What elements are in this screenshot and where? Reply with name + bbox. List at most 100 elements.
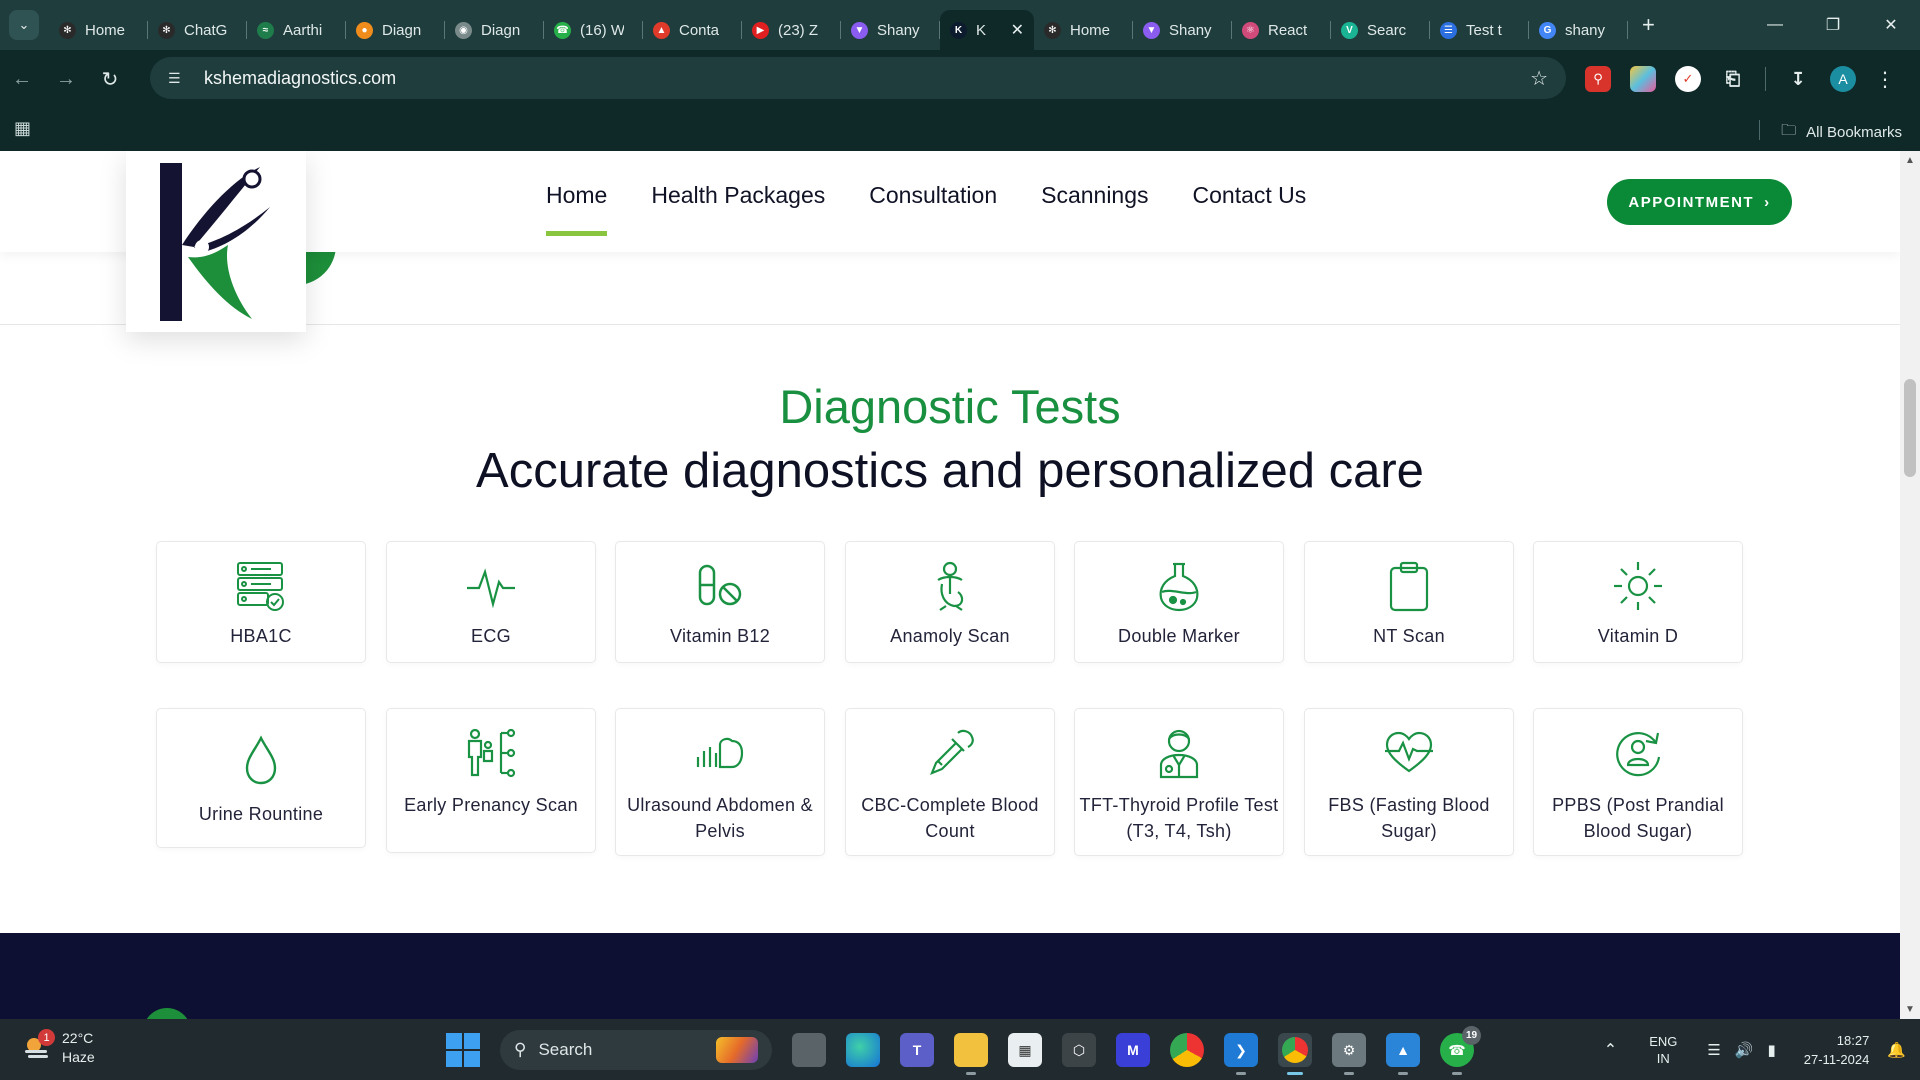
settings-gear-icon[interactable]: ⚙ (1332, 1033, 1366, 1075)
openai-icon: ✻ (158, 21, 175, 39)
browser-tab[interactable]: ▶ (23) Z (742, 10, 841, 50)
browser-tab[interactable]: K K ✕ (940, 10, 1034, 50)
test-card[interactable]: Vitamin B12 (615, 541, 825, 663)
tab-search-button[interactable]: ⌄ (9, 10, 39, 40)
nav-link-contact-us[interactable]: Contact Us (1193, 151, 1307, 252)
task-view-icon[interactable] (792, 1033, 826, 1067)
github-desktop-icon[interactable]: ⬡ (1062, 1033, 1096, 1067)
browser-tab[interactable]: ☎ (16) W (544, 10, 643, 50)
notification-bell-icon[interactable]: 🔔 (1887, 1041, 1906, 1059)
photos-icon[interactable]: ▲ (1386, 1033, 1420, 1075)
weather-widget[interactable]: 1 22°C Haze (22, 1029, 95, 1067)
tab-close-icon[interactable]: ✕ (1011, 20, 1024, 40)
vite-icon: ▼ (851, 21, 868, 39)
address-bar[interactable]: ☰ kshemadiagnostics.com ☆ (150, 57, 1566, 99)
nav-link-scannings[interactable]: Scannings (1041, 151, 1148, 252)
test-card[interactable]: Double Marker (1074, 541, 1284, 663)
browser-tab[interactable]: ◉ Diagn (445, 10, 544, 50)
tray-status-icons[interactable]: ☰ 🔊 ▮ (1707, 1041, 1775, 1059)
test-card[interactable]: PPBS (Post Prandial Blood Sugar) (1533, 708, 1743, 856)
ultrasound-icon (693, 726, 747, 780)
vscode-icon[interactable]: ❯ (1224, 1033, 1258, 1075)
test-card[interactable]: Urine Rountine (156, 708, 366, 848)
toolbar-divider (1765, 67, 1766, 91)
nav-link-home[interactable]: Home (546, 151, 608, 252)
test-card-label: Anamoly Scan (890, 626, 1010, 646)
browser-tab[interactable]: ▼ Shany (841, 10, 940, 50)
tab-title: Home (1070, 21, 1111, 39)
new-tab-button[interactable]: + (1642, 12, 1655, 38)
test-card[interactable]: TFT-Thyroid Profile Test (T3, T4, Tsh) (1074, 708, 1284, 856)
profile-avatar[interactable]: A (1830, 66, 1856, 92)
tray-overflow-icon[interactable]: ⌃ (1604, 1040, 1617, 1060)
test-card[interactable]: FBS (Fasting Blood Sugar) (1304, 708, 1514, 856)
all-bookmarks-button[interactable]: 🗀 All Bookmarks (1781, 120, 1902, 145)
browser-tab[interactable]: ● Diagn (346, 10, 445, 50)
appointment-button[interactable]: APPOINTMENT › (1607, 179, 1792, 225)
test-card[interactable]: ECG (386, 541, 596, 663)
site-info-icon[interactable]: ☰ (168, 70, 190, 87)
whatsapp-icon[interactable]: ☎ 19 (1440, 1026, 1481, 1075)
reload-icon[interactable]: ↻ (88, 67, 132, 92)
windows-start-icon[interactable] (446, 1033, 480, 1067)
mail-icon[interactable]: M (1116, 1033, 1150, 1067)
browser-tab[interactable]: ⚛ React (1232, 10, 1331, 50)
tab-title: K (976, 21, 987, 39)
test-card[interactable]: Vitamin D (1533, 541, 1743, 663)
browser-tab[interactable]: V Searc (1331, 10, 1430, 50)
test-card[interactable]: Ulrasound Abdomen & Pelvis (615, 708, 825, 856)
test-card[interactable]: HBA1C (156, 541, 366, 663)
minimize-icon[interactable]: — (1746, 16, 1804, 34)
test-card[interactable]: CBC-Complete Blood Count (845, 708, 1055, 856)
dropper-icon (923, 726, 977, 780)
apps-grid-icon[interactable]: ▦ (14, 118, 31, 139)
scroll-up-icon[interactable]: ▲ (1905, 155, 1915, 166)
file-explorer-icon[interactable] (954, 1033, 988, 1075)
browser-tab[interactable]: ▲ Conta (643, 10, 742, 50)
bookmarks-bar: ▦ 🗀 All Bookmarks (0, 108, 1920, 151)
tab-title: Shany (1169, 21, 1212, 39)
back-icon[interactable]: ← (0, 68, 44, 91)
clock[interactable]: 18:27 27-11-2024 (1804, 1031, 1870, 1069)
page-scrollbar[interactable]: ▲ ▼ (1900, 151, 1920, 1019)
nav-link-health-packages[interactable]: Health Packages (651, 151, 825, 252)
test-card[interactable]: NT Scan (1304, 541, 1514, 663)
browser-tab[interactable]: ✻ Home (1034, 10, 1133, 50)
chrome-icon[interactable] (1170, 1033, 1204, 1067)
more-menu-icon[interactable]: ⋮ (1875, 67, 1895, 92)
browser-tab[interactable]: ✻ ChatG (148, 10, 247, 50)
test-card[interactable]: Anamoly Scan (845, 541, 1055, 663)
color-extension-icon[interactable] (1630, 66, 1656, 92)
browser-tab[interactable]: ≈ Aarthi (247, 10, 346, 50)
download-icon[interactable]: ↧ (1785, 66, 1811, 92)
taskbar-search[interactable]: ⚲ Search (500, 1030, 772, 1070)
close-window-icon[interactable]: ✕ (1862, 15, 1920, 35)
bookmarks-divider (1759, 120, 1760, 140)
edge-icon[interactable] (846, 1033, 880, 1067)
nav-link-consultation[interactable]: Consultation (869, 151, 997, 252)
search-extension-icon[interactable]: ⚲ (1585, 66, 1611, 92)
test-card-label: Urine Rountine (198, 804, 324, 824)
url-text[interactable]: kshemadiagnostics.com (204, 68, 396, 89)
tab-title: React (1268, 21, 1308, 39)
language-indicator[interactable]: ENG IN (1649, 1033, 1677, 1067)
scroll-down-icon[interactable]: ▼ (1905, 1004, 1915, 1015)
puzzle-extensions-icon[interactable]: ⎗ (1720, 66, 1746, 92)
sun-icon (1611, 559, 1665, 613)
chrome-profile-icon[interactable] (1278, 1033, 1312, 1075)
site-logo[interactable] (126, 151, 306, 332)
scroll-thumb[interactable] (1904, 379, 1916, 477)
teams-icon[interactable]: T (900, 1033, 934, 1067)
bookmark-star-icon[interactable]: ☆ (1530, 66, 1548, 91)
restore-icon[interactable]: ❐ (1804, 15, 1862, 35)
test-card[interactable]: Early Prenancy Scan (386, 708, 596, 853)
forward-icon[interactable]: → (44, 68, 88, 91)
browser-tab[interactable]: ✻ Home (49, 10, 148, 50)
browser-tab[interactable]: Gshany (1529, 10, 1628, 50)
tag-extension-icon[interactable]: ✓ (1675, 66, 1701, 92)
browser-tab[interactable]: ☰ Test t (1430, 10, 1529, 50)
browser-tab[interactable]: ▼ Shany (1133, 10, 1232, 50)
footer-band (0, 933, 1900, 1019)
system-tray: ⌃ ENG IN ☰ 🔊 ▮ 18:27 27-11-2024 🔔 (1604, 1019, 1920, 1080)
store-icon[interactable]: ▦ (1008, 1033, 1042, 1067)
